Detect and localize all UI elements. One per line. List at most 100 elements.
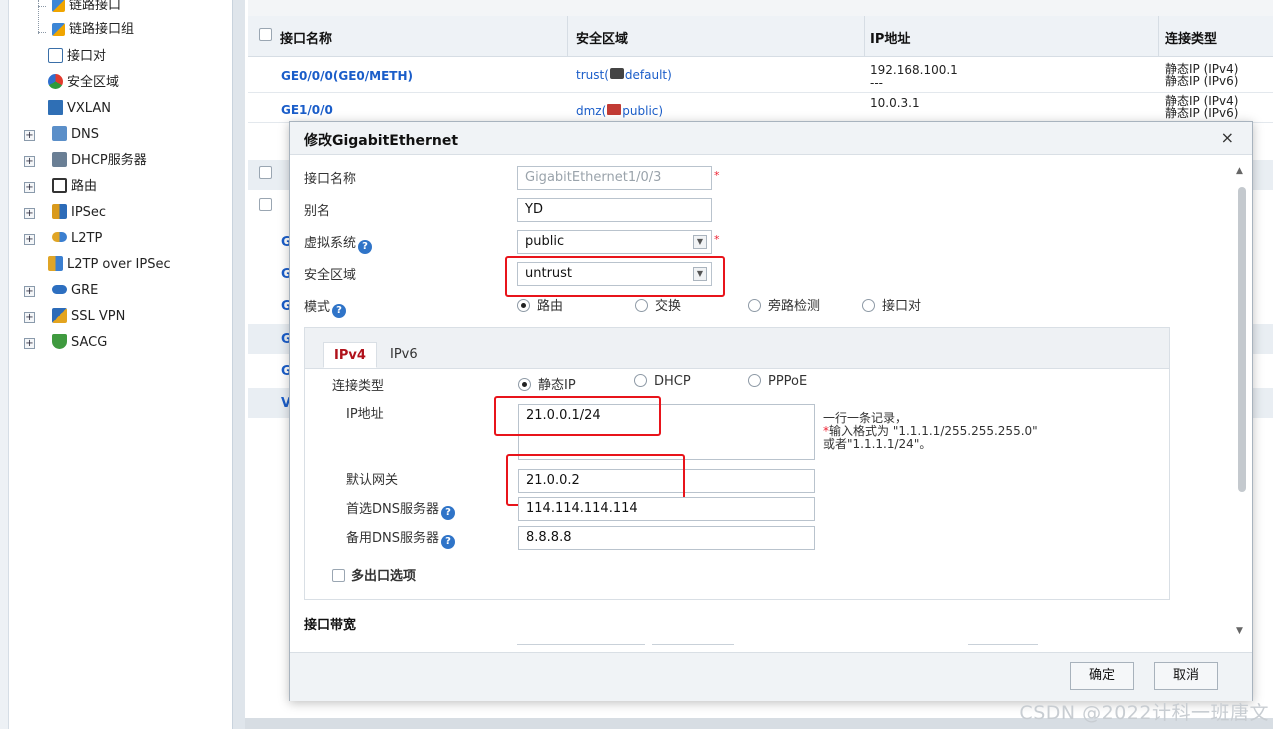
column-header-name[interactable]: 接口名称: [280, 28, 332, 47]
column-header-type[interactable]: 连接类型: [1165, 28, 1217, 47]
help-icon[interactable]: ?: [358, 240, 373, 254]
table-header: 接口名称 安全区域 IP地址 连接类型: [248, 16, 1273, 57]
table-row[interactable]: GE1/0/0 dmz(public) 10.0.3.1 静态IP (IPv4)…: [248, 92, 1273, 123]
interface-name-label: 接口名称: [304, 172, 357, 187]
link-group-icon: [52, 23, 65, 36]
sidebar-item-gre[interactable]: GRE: [52, 279, 98, 303]
tab-bar: IPv4 IPv6: [305, 328, 1169, 369]
conn-dhcp-radio[interactable]: DHCP: [634, 374, 691, 389]
sidebar-item-link-interface[interactable]: 链路接口: [52, 0, 121, 18]
sidebar-item-ssl-vpn[interactable]: SSL VPN: [52, 305, 125, 329]
sidebar-item-label: SSL VPN: [71, 309, 126, 324]
sidebar-item-label: IPSec: [71, 205, 107, 220]
edit-interface-dialog: 修改GigabitEthernet × 接口名称 GigabitEthernet…: [289, 121, 1253, 701]
interface-name-field: GigabitEthernet1/0/3: [517, 166, 712, 190]
ipsec-icon: [52, 204, 67, 219]
chevron-down-icon[interactable]: ▼: [693, 267, 707, 281]
close-icon[interactable]: ×: [1221, 128, 1234, 147]
ip-text: 10.0.3.1: [870, 96, 920, 110]
radio-icon: [862, 299, 875, 312]
help-icon[interactable]: ?: [441, 535, 455, 549]
expand-ipsec-icon[interactable]: +: [24, 208, 35, 219]
splitter[interactable]: [233, 0, 245, 729]
sidebar-item-label: 接口对: [67, 49, 107, 64]
sidebar-item-security-zone[interactable]: 安全区域: [48, 71, 119, 95]
radio-icon: [748, 374, 761, 387]
zone-text: dmz(: [576, 104, 607, 118]
scroll-thumb[interactable]: [1238, 187, 1246, 492]
column-header-ip[interactable]: IP地址: [870, 28, 910, 47]
expand-dhcp-icon[interactable]: +: [24, 156, 35, 167]
navigation-sidebar: 链路接口 链路接口组 接口对 安全区域 VXLAN + DNS + DHCP服务…: [0, 0, 233, 729]
scroll-up-icon[interactable]: ▲: [1236, 166, 1243, 176]
mode-route-radio[interactable]: 路由: [517, 295, 563, 314]
expand-l2tp-icon[interactable]: +: [24, 234, 35, 245]
row-checkbox[interactable]: [259, 198, 272, 211]
sslvpn-icon: [52, 308, 67, 323]
security-zone-icon: [48, 74, 63, 89]
link-interface-icon: [52, 0, 65, 12]
route-icon: [52, 178, 67, 193]
select-all-checkbox[interactable]: [259, 28, 272, 41]
cancel-button[interactable]: 取消: [1154, 662, 1218, 690]
sidebar-item-label: SACG: [71, 335, 108, 350]
expand-dns-icon[interactable]: +: [24, 130, 35, 141]
ip-address-textarea[interactable]: 21.0.0.1/24: [518, 404, 815, 460]
l2tp-ipsec-icon: [48, 256, 63, 271]
sidebar-item-route[interactable]: 路由: [52, 175, 97, 199]
tab-ipv6[interactable]: IPv6: [380, 342, 428, 368]
secondary-dns-field[interactable]: 8.8.8.8: [518, 526, 815, 550]
primary-dns-label: 首选DNS服务器?: [346, 498, 455, 520]
mode-switch-radio[interactable]: 交换: [635, 295, 681, 314]
tab-ipv4[interactable]: IPv4: [323, 342, 377, 368]
mode-pair-radio[interactable]: 接口对: [862, 295, 921, 314]
alias-field[interactable]: YD: [517, 198, 712, 222]
zone-select[interactable]: untrust ▼: [517, 262, 712, 286]
ip-text: 192.168.100.1: [870, 63, 958, 77]
expand-sslvpn-icon[interactable]: +: [24, 312, 35, 323]
dialog-scrollbar[interactable]: ▲ ▼: [1236, 162, 1246, 636]
table-row[interactable]: GE0/0/0(GE0/METH) trust(default) 192.168…: [248, 58, 1273, 93]
vxlan-icon: [48, 100, 63, 115]
interface-name-link[interactable]: GE1/0/0: [281, 103, 333, 117]
help-icon[interactable]: ?: [441, 506, 455, 520]
bandwidth-unit-field[interactable]: [652, 644, 734, 645]
expand-gre-icon[interactable]: +: [24, 286, 35, 297]
expand-sacg-icon[interactable]: +: [24, 338, 35, 349]
expand-route-icon[interactable]: +: [24, 182, 35, 193]
sidebar-item-dhcp[interactable]: DHCP服务器: [52, 149, 147, 173]
interface-name-link[interactable]: GE0/0/0(GE0/METH): [281, 69, 413, 83]
sidebar-item-ipsec[interactable]: IPSec: [52, 201, 106, 225]
sidebar-item-label: 安全区域: [67, 75, 120, 90]
sidebar-item-l2tp-over-ipsec[interactable]: L2TP over IPSec: [48, 253, 171, 277]
l2tp-icon: [52, 232, 67, 242]
scroll-down-icon[interactable]: ▼: [1236, 626, 1243, 636]
column-header-zone[interactable]: 安全区域: [576, 28, 628, 47]
bandwidth-extra-field[interactable]: [968, 644, 1038, 645]
help-icon[interactable]: ?: [332, 304, 347, 318]
ok-button[interactable]: 确定: [1070, 662, 1134, 690]
sidebar-item-l2tp[interactable]: L2TP: [52, 227, 102, 251]
primary-dns-field[interactable]: 114.114.114.114: [518, 497, 815, 521]
conn-pppoe-radio[interactable]: PPPoE: [748, 374, 807, 389]
gateway-field[interactable]: 21.0.0.2: [518, 469, 815, 493]
multi-exit-checkbox[interactable]: 多出口选项: [332, 565, 416, 584]
sidebar-item-label: VXLAN: [67, 101, 111, 116]
sacg-icon: [52, 334, 67, 349]
mode-bypass-radio[interactable]: 旁路检测: [748, 295, 820, 314]
sidebar-item-dns[interactable]: DNS: [52, 123, 99, 147]
radio-icon: [634, 374, 647, 387]
sidebar-item-link-group[interactable]: 链路接口组: [52, 18, 134, 42]
dhcp-icon: [52, 152, 67, 167]
bandwidth-field[interactable]: [517, 644, 645, 645]
sidebar-item-sacg[interactable]: SACG: [52, 331, 107, 355]
sidebar-item-label: 链路接口组: [69, 22, 135, 37]
conn-static-radio[interactable]: 静态IP: [518, 374, 576, 393]
sidebar-item-interface-pair[interactable]: 接口对: [48, 45, 106, 69]
vsys-select[interactable]: public ▼: [517, 230, 712, 254]
chevron-down-icon[interactable]: ▼: [693, 235, 707, 249]
sidebar-item-vxlan[interactable]: VXLAN: [48, 97, 111, 121]
gateway-label: 默认网关: [346, 473, 399, 488]
sidebar-item-label: DNS: [71, 127, 99, 142]
row-checkbox[interactable]: [259, 166, 272, 179]
